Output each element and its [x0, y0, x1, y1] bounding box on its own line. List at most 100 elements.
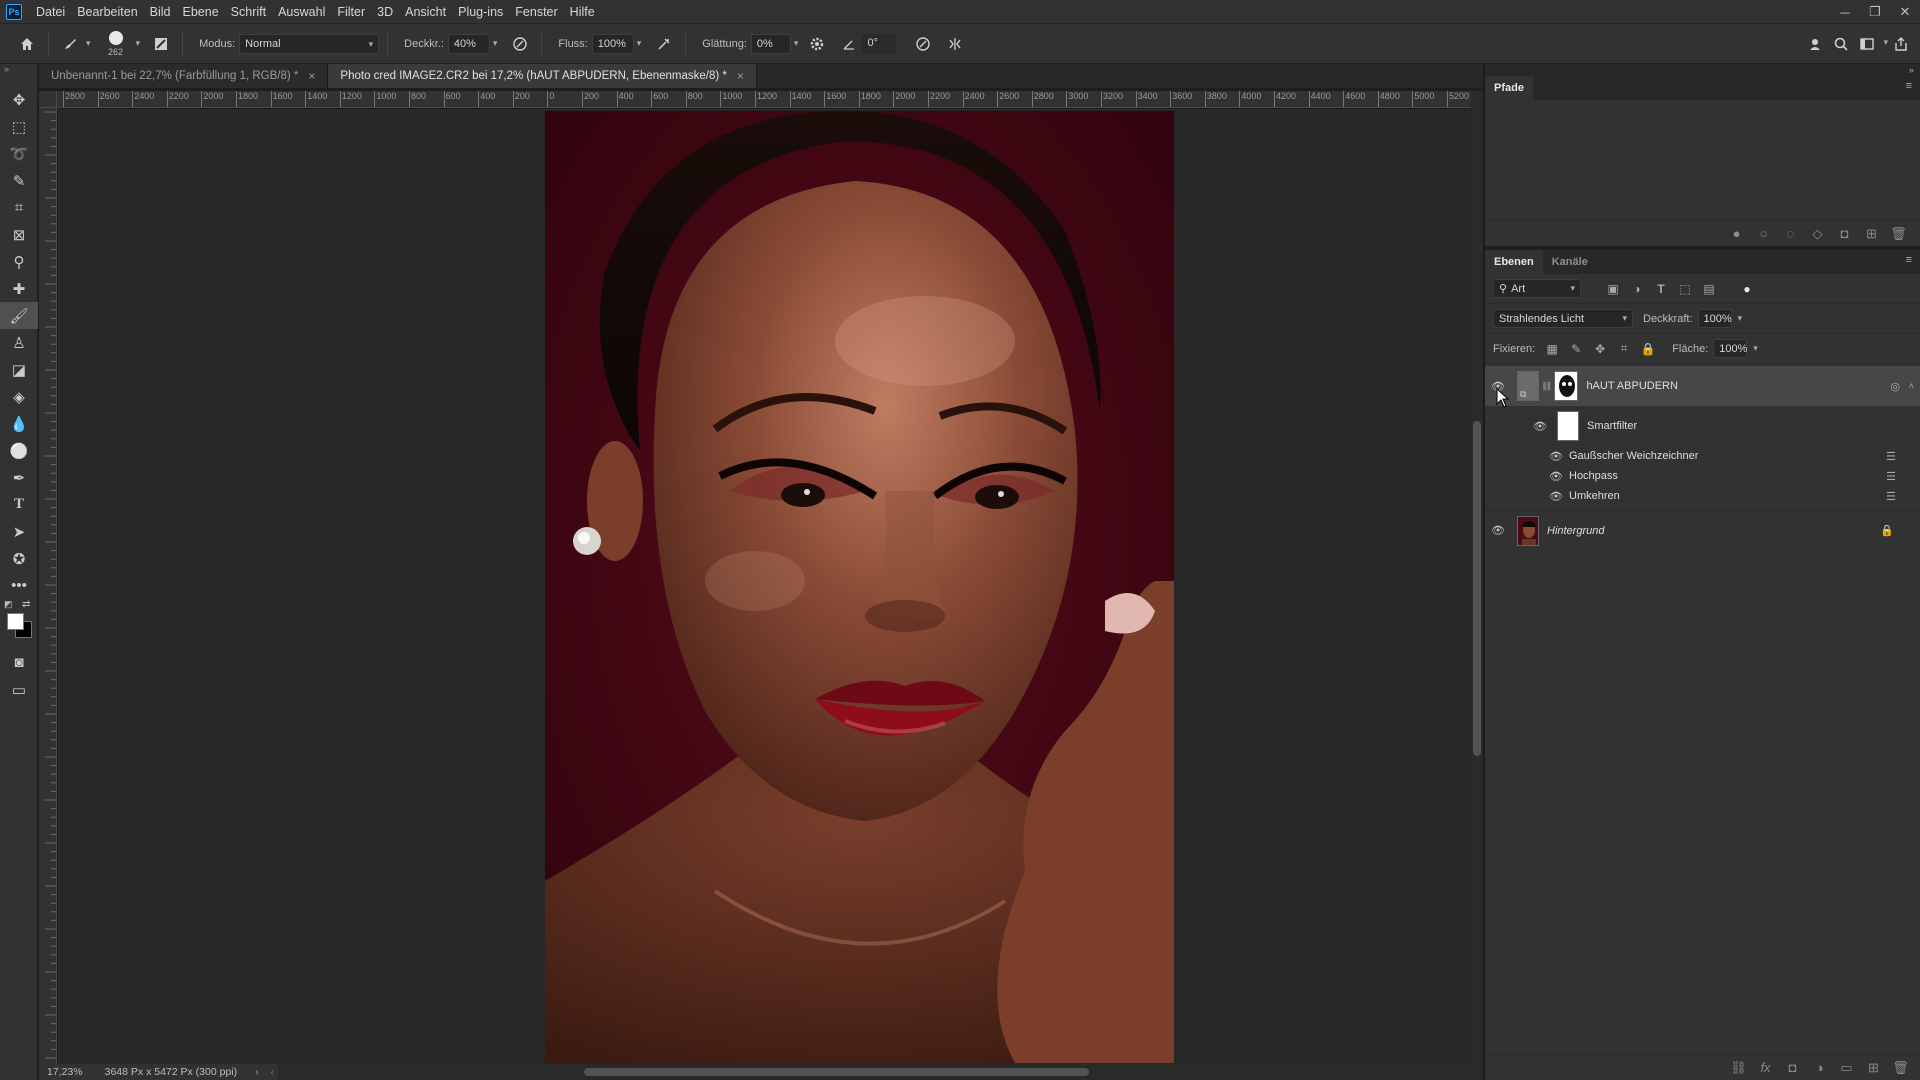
- document-info[interactable]: 3648 Px x 5472 Px (300 ppi): [105, 1066, 238, 1078]
- load-selection-icon[interactable]: ◌: [1777, 226, 1804, 241]
- blend-mode-select[interactable]: Strahlendes Licht ▾: [1493, 309, 1633, 328]
- layer-row-hintergrund[interactable]: 👁 Hintergrund 🔒: [1485, 510, 1920, 550]
- more-tools-icon[interactable]: •••: [0, 572, 38, 599]
- lock-pixels-icon[interactable]: ✎: [1564, 342, 1588, 356]
- close-icon[interactable]: ×: [737, 69, 744, 83]
- horizontal-ruler[interactable]: 2800 2600 2400 2200 2000 1800 1600 1400 1200 1000…: [57, 91, 1471, 108]
- portrait-photo[interactable]: [545, 111, 1174, 1063]
- restore-icon[interactable]: ❐: [1860, 0, 1890, 24]
- home-icon[interactable]: [14, 31, 40, 57]
- add-mask-icon[interactable]: ◘: [1831, 226, 1858, 241]
- opacity-input[interactable]: 40%: [447, 33, 490, 54]
- tab-layers[interactable]: Ebenen: [1485, 250, 1543, 274]
- visibility-eye-icon[interactable]: 👁: [1485, 524, 1511, 537]
- shape-tool-icon[interactable]: ✪: [0, 545, 38, 572]
- filter-shape-icon[interactable]: ⬚: [1673, 282, 1697, 296]
- panel-menu-icon[interactable]: ≡: [1906, 254, 1912, 266]
- path-selection-tool-icon[interactable]: ➤: [0, 518, 38, 545]
- menu-fenster[interactable]: Fenster: [509, 0, 563, 24]
- brush-preset-icon[interactable]: [57, 31, 83, 57]
- lock-all-icon[interactable]: 🔒: [1636, 342, 1660, 356]
- smart-filters-row[interactable]: 👁 Smartfilter: [1485, 406, 1920, 446]
- type-tool-icon[interactable]: T: [0, 491, 38, 518]
- frame-tool-icon[interactable]: ⊠: [0, 221, 38, 248]
- paint-bucket-tool-icon[interactable]: ◈: [0, 383, 38, 410]
- menu-plugins[interactable]: Plug-ins: [452, 0, 509, 24]
- menu-schrift[interactable]: Schrift: [225, 0, 272, 24]
- vertical-scrollbar-thumb[interactable]: [1473, 421, 1481, 756]
- new-layer-icon[interactable]: ⊞: [1860, 1060, 1887, 1076]
- menu-auswahl[interactable]: Auswahl: [272, 0, 331, 24]
- quick-mask-icon[interactable]: ◙: [0, 649, 38, 676]
- layer-row-haut-abpudern[interactable]: 👁 ⧉ ⛓ hAUT ABPUDERN ◎ ˄: [1485, 366, 1920, 406]
- filter-blending-options-icon[interactable]: ☰: [1886, 450, 1896, 463]
- eraser-tool-icon[interactable]: ◪: [0, 356, 38, 383]
- lasso-tool-icon[interactable]: ➰: [0, 140, 38, 167]
- menu-filter[interactable]: Filter: [331, 0, 371, 24]
- zoom-level[interactable]: 17,23%: [47, 1066, 83, 1078]
- mode-select[interactable]: Normal ▾: [239, 33, 380, 54]
- menu-datei[interactable]: Datei: [30, 0, 71, 24]
- fx-icon[interactable]: fx: [1752, 1060, 1779, 1075]
- brush-tool-icon[interactable]: 🖌: [0, 302, 38, 329]
- blur-tool-icon[interactable]: 💧: [0, 410, 38, 437]
- move-tool-icon[interactable]: ✥: [0, 86, 38, 113]
- link-icon[interactable]: ⛓: [1541, 381, 1552, 392]
- share-user-icon[interactable]: [1802, 31, 1828, 57]
- filter-smart-object-icon[interactable]: ▤: [1697, 282, 1721, 296]
- close-icon[interactable]: ×: [308, 69, 315, 83]
- menu-ebene[interactable]: Ebene: [177, 0, 225, 24]
- tab-channels[interactable]: Kanäle: [1543, 250, 1597, 274]
- gear-icon[interactable]: [804, 31, 830, 57]
- chevron-down-icon[interactable]: ▾: [493, 38, 498, 49]
- layer-name[interactable]: hAUT ABPUDERN: [1586, 380, 1678, 392]
- chevron-down-icon[interactable]: ▾: [86, 38, 91, 49]
- lock-artboard-icon[interactable]: ⌗: [1612, 341, 1636, 356]
- filter-type-icon[interactable]: T: [1649, 282, 1673, 296]
- angle-input[interactable]: 0°: [862, 33, 897, 54]
- layer-name[interactable]: Hintergrund: [1547, 525, 1604, 537]
- menu-3d[interactable]: 3D: [371, 0, 399, 24]
- make-work-path-icon[interactable]: ◇: [1804, 226, 1831, 242]
- chevron-right-icon[interactable]: ›: [255, 1066, 259, 1078]
- filter-adjustment-icon[interactable]: ◑: [1625, 282, 1649, 296]
- quick-selection-tool-icon[interactable]: ✎: [0, 167, 38, 194]
- airbrush-icon[interactable]: [651, 31, 677, 57]
- adjustment-layer-icon[interactable]: ◑: [1806, 1060, 1833, 1075]
- chevron-down-icon[interactable]: ▾: [1753, 343, 1758, 354]
- vertical-ruler[interactable]: [39, 108, 57, 1064]
- fill-input[interactable]: 100%: [1713, 339, 1747, 358]
- layer-mask-thumbnail[interactable]: [1554, 371, 1579, 401]
- close-icon[interactable]: ✕: [1890, 0, 1920, 24]
- filter-row-gaussian-blur[interactable]: 👁 Gaußscher Weichzeichner ☰: [1485, 446, 1920, 466]
- workspace-icon[interactable]: [1854, 31, 1880, 57]
- horizontal-scrollbar-thumb[interactable]: [584, 1068, 1089, 1076]
- lock-position-icon[interactable]: ✥: [1588, 342, 1612, 356]
- visibility-eye-icon[interactable]: 👁: [1543, 490, 1569, 503]
- document-canvas[interactable]: [58, 109, 1472, 1064]
- trash-icon[interactable]: 🗑: [1885, 226, 1912, 242]
- marquee-tool-icon[interactable]: ⬚: [0, 113, 38, 140]
- menu-hilfe[interactable]: Hilfe: [564, 0, 601, 24]
- layer-thumbnail[interactable]: [1517, 515, 1539, 546]
- panel-menu-icon[interactable]: ≡: [1906, 80, 1912, 92]
- visibility-eye-icon[interactable]: 👁: [1543, 470, 1569, 483]
- filter-row-invert[interactable]: 👁 Umkehren ☰: [1485, 486, 1920, 506]
- eyedropper-tool-icon[interactable]: ⚲: [0, 248, 38, 275]
- brush-settings-icon[interactable]: [148, 31, 174, 57]
- horizontal-scrollbar[interactable]: [278, 1064, 1483, 1080]
- filter-blending-options-icon[interactable]: ☰: [1886, 490, 1896, 503]
- crop-tool-icon[interactable]: ⌗: [0, 194, 38, 221]
- share-icon[interactable]: [1888, 31, 1914, 57]
- chevron-down-icon[interactable]: ▾: [794, 38, 799, 49]
- minimize-icon[interactable]: ─: [1830, 0, 1860, 24]
- lock-icon[interactable]: 🔒: [1880, 524, 1894, 537]
- new-group-icon[interactable]: ▭: [1833, 1060, 1860, 1076]
- collapse-panels-icon[interactable]: »: [1485, 64, 1920, 76]
- chevron-down-icon[interactable]: ▾: [637, 38, 642, 49]
- filter-pixel-icon[interactable]: ▣: [1601, 282, 1625, 296]
- chevron-down-icon[interactable]: ▾: [1738, 313, 1743, 324]
- swap-colors-icon[interactable]: ⇄: [22, 599, 30, 610]
- document-tab-active[interactable]: Photo cred IMAGE2.CR2 bei 17,2% (hAUT AB…: [328, 64, 757, 88]
- new-path-icon[interactable]: ⊞: [1858, 226, 1885, 242]
